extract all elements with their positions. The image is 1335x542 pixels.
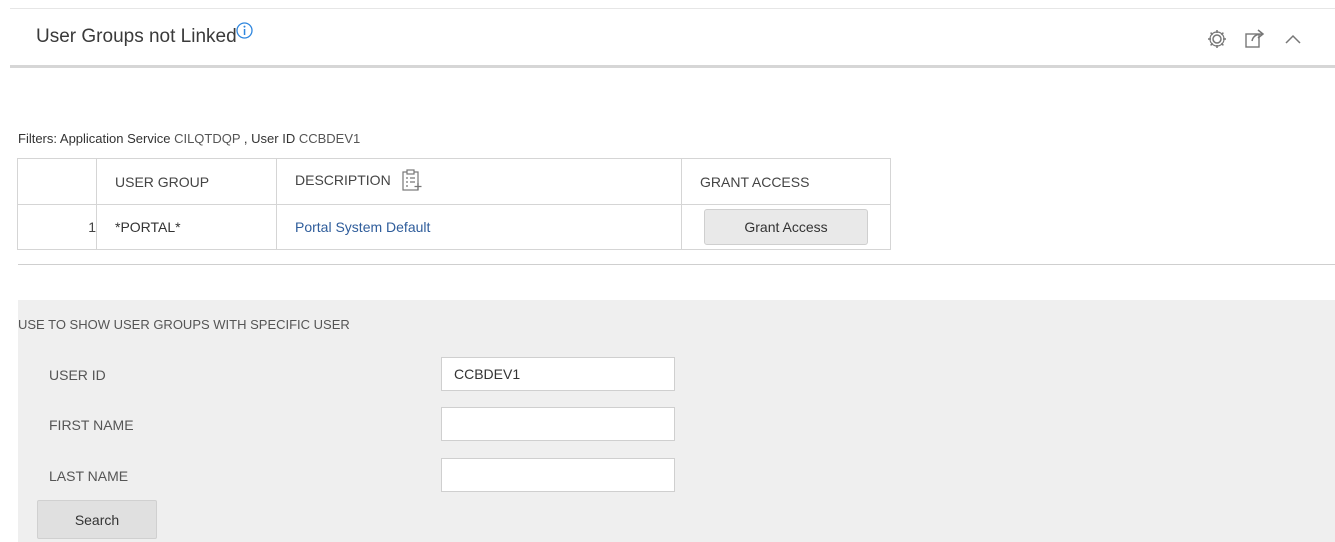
portal-title: User Groups not Linked <box>36 22 253 48</box>
filters-prefix: Filters: Application Service <box>18 131 171 146</box>
chevron-up-icon[interactable] <box>1281 27 1305 51</box>
user-id-input[interactable] <box>441 357 675 391</box>
grant-access-button[interactable]: Grant Access <box>704 209 868 245</box>
description-header-label: DESCRIPTION <box>295 172 391 189</box>
share-icon[interactable] <box>1243 27 1267 51</box>
portal-header: User Groups not Linked <box>10 8 1335 68</box>
row-number-header <box>17 158 97 205</box>
first-name-input[interactable] <box>441 407 675 441</box>
search-button[interactable]: Search <box>37 500 157 539</box>
grant-access-cell: Grant Access <box>681 204 891 250</box>
user-id-label: USER ID <box>49 367 106 383</box>
description-header[interactable]: DESCRIPTION <box>276 158 682 205</box>
clipboard-add-icon[interactable] <box>401 168 423 195</box>
user-group-cell: *PORTAL* <box>96 204 277 250</box>
description-cell: Portal System Default <box>276 204 682 250</box>
last-name-label: LAST NAME <box>49 468 129 484</box>
user-search-panel: USE TO SHOW USER GROUPS WITH SPECIFIC US… <box>18 300 1335 542</box>
user-groups-table: USER GROUP DESCRIPTION GRANT ACCESS 1 *P… <box>17 158 891 250</box>
user-group-header-label: USER GROUP <box>115 173 210 190</box>
search-panel-title: USE TO SHOW USER GROUPS WITH SPECIFIC US… <box>18 317 350 332</box>
user-group-header[interactable]: USER GROUP <box>96 158 277 205</box>
last-name-input[interactable] <box>441 458 675 492</box>
info-icon[interactable] <box>236 22 253 45</box>
section-divider <box>18 264 1335 265</box>
first-name-label: FIRST NAME <box>49 417 134 433</box>
header-tools <box>1205 27 1305 51</box>
gear-icon[interactable] <box>1205 27 1229 51</box>
filter-user-value: CCBDEV1 <box>298 131 361 146</box>
grant-access-header: GRANT ACCESS <box>681 158 891 205</box>
description-link[interactable]: Portal System Default <box>277 219 430 235</box>
row-number: 1 <box>17 204 97 250</box>
table-header-row: USER GROUP DESCRIPTION GRANT ACCESS <box>17 158 891 205</box>
portal-title-text: User Groups not Linked <box>36 26 237 47</box>
table-row: 1 *PORTAL* Portal System Default Grant A… <box>17 204 891 250</box>
filters-summary: Filters: Application Service CILQTDQP , … <box>18 131 360 146</box>
filter-user-label: , User ID <box>243 131 296 146</box>
filter-service-value: CILQTDQP <box>174 131 241 146</box>
